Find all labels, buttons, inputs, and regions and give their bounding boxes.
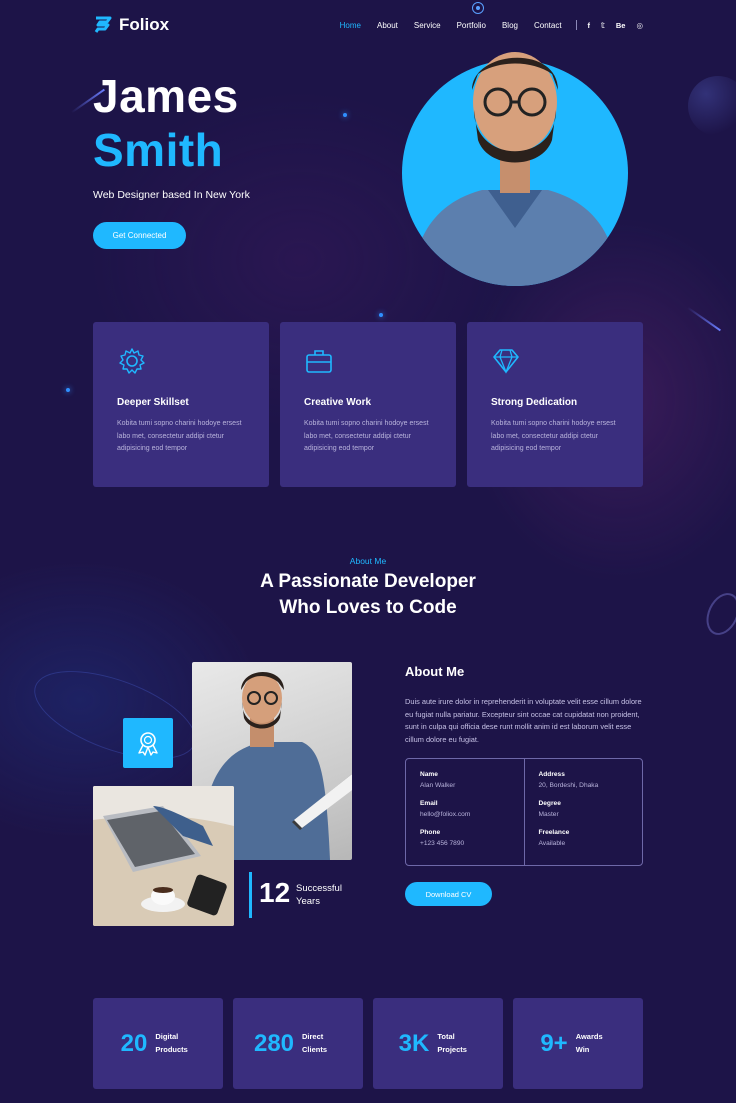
- hero-last-name: Smith: [93, 124, 224, 176]
- decorative-star: [66, 388, 70, 392]
- section-eyebrow: About Me: [349, 556, 387, 566]
- person-illustration: [412, 52, 618, 286]
- feature-title: Creative Work: [304, 397, 372, 408]
- info-label-name: Name: [420, 771, 438, 778]
- twitter-icon[interactable]: 𝕥: [601, 21, 605, 30]
- stat-card-clients: 280 Direct Clients: [233, 998, 363, 1089]
- stat-card-awards: 9+ Awards Win: [513, 998, 643, 1089]
- feature-title: Deeper Skillset: [117, 397, 189, 408]
- stat-label: Total Projects: [437, 1032, 467, 1054]
- stat-number: 20: [120, 1029, 148, 1057]
- info-column-left: Name Alan Walker Email hello@foliox.com …: [406, 759, 524, 865]
- stat-label: Digital Products: [155, 1032, 188, 1054]
- personal-info-box: Name Alan Walker Email hello@foliox.com …: [405, 758, 643, 866]
- section-title-line1: A Passionate Developer: [260, 571, 476, 592]
- stat-number: 9+: [540, 1029, 568, 1057]
- award-icon: [138, 732, 158, 756]
- logo-text: Foliox: [119, 15, 170, 34]
- behance-icon[interactable]: Be: [616, 21, 626, 30]
- info-value-name: Alan Walker: [420, 782, 456, 789]
- stat-card-projects: 3K Total Projects: [373, 998, 503, 1089]
- briefcase-icon: [304, 346, 334, 376]
- years-number: 12: [259, 877, 291, 908]
- dribbble-icon[interactable]: ◎: [636, 21, 643, 30]
- decorative-orbit: [23, 653, 207, 777]
- hero-portrait: [402, 30, 628, 286]
- stat-number: 3K: [398, 1029, 430, 1057]
- info-label-email: Email: [420, 800, 438, 807]
- info-value-email[interactable]: hello@foliox.com: [420, 811, 510, 818]
- info-label-freelance: Freelance: [538, 829, 570, 836]
- nav-home[interactable]: Home: [340, 21, 361, 30]
- about-photo-laptop: [93, 786, 234, 926]
- info-value-freelance: Available: [538, 840, 566, 847]
- nav-blog[interactable]: Blog: [502, 21, 518, 30]
- logo-icon: [93, 16, 113, 34]
- feature-text: Kobita tumi sopno charini hodoye ersest …: [491, 420, 616, 452]
- info-value-address: 20, Bordeshi, Dhaka: [538, 782, 599, 789]
- decorative-planet: [688, 76, 736, 136]
- main-nav: Home About Service Portfolio Blog Contac…: [324, 20, 643, 30]
- facebook-icon[interactable]: f: [588, 21, 591, 30]
- nav-service[interactable]: Service: [414, 21, 441, 30]
- years-label: Successful Years: [296, 883, 342, 907]
- feature-card-skillset: Deeper Skillset Kobita tumi sopno charin…: [93, 322, 269, 487]
- decorative-star: [343, 113, 347, 117]
- feature-title: Strong Dedication: [491, 397, 578, 408]
- decorative-star: [379, 313, 383, 317]
- info-label-phone: Phone: [420, 829, 441, 836]
- section-title-line2: Who Loves to Code: [279, 597, 457, 618]
- gear-icon: [117, 346, 147, 376]
- diamond-icon: [491, 346, 521, 376]
- info-value-phone: +123 456 7890: [420, 840, 465, 847]
- nav-contact[interactable]: Contact: [534, 21, 562, 30]
- nav-divider: [575, 20, 577, 30]
- years-accent-bar: [249, 872, 252, 918]
- feature-text: Kobita tumi sopno charini hodoye ersest …: [304, 420, 429, 452]
- stat-card-products: 20 Digital Products: [93, 998, 223, 1089]
- about-paragraph: Duis aute irure dolor in reprehenderit i…: [405, 697, 642, 744]
- hero-subtitle: Web Designer based In New York: [93, 189, 250, 201]
- nav-about[interactable]: About: [377, 21, 398, 30]
- stat-label: Awards Win: [575, 1032, 603, 1054]
- info-column-right: Address 20, Bordeshi, Dhaka Degree Maste…: [523, 759, 643, 865]
- stat-label: Direct Clients: [302, 1032, 328, 1054]
- about-heading: About Me: [405, 664, 465, 679]
- info-label-degree: Degree: [538, 800, 561, 807]
- section-title: A Passionate Developer Who Loves to Code: [0, 569, 736, 621]
- decorative-streak: [687, 306, 721, 332]
- download-cv-button[interactable]: Download CV: [405, 882, 492, 906]
- feature-text: Kobita tumi sopno charini hodoye ersest …: [117, 420, 242, 452]
- get-connected-button[interactable]: Get Connected: [93, 222, 186, 249]
- hero-first-name: James: [93, 70, 239, 122]
- info-label-address: Address: [538, 771, 565, 778]
- nav-portfolio[interactable]: Portfolio: [457, 21, 486, 30]
- logo[interactable]: Foliox: [93, 15, 169, 35]
- feature-card-creative: Creative Work Kobita tumi sopno charini …: [280, 322, 456, 487]
- info-value-degree: Master: [538, 811, 559, 818]
- award-badge: [123, 718, 173, 768]
- stat-number: 280: [253, 1029, 295, 1057]
- feature-card-dedication: Strong Dedication Kobita tumi sopno char…: [467, 322, 643, 487]
